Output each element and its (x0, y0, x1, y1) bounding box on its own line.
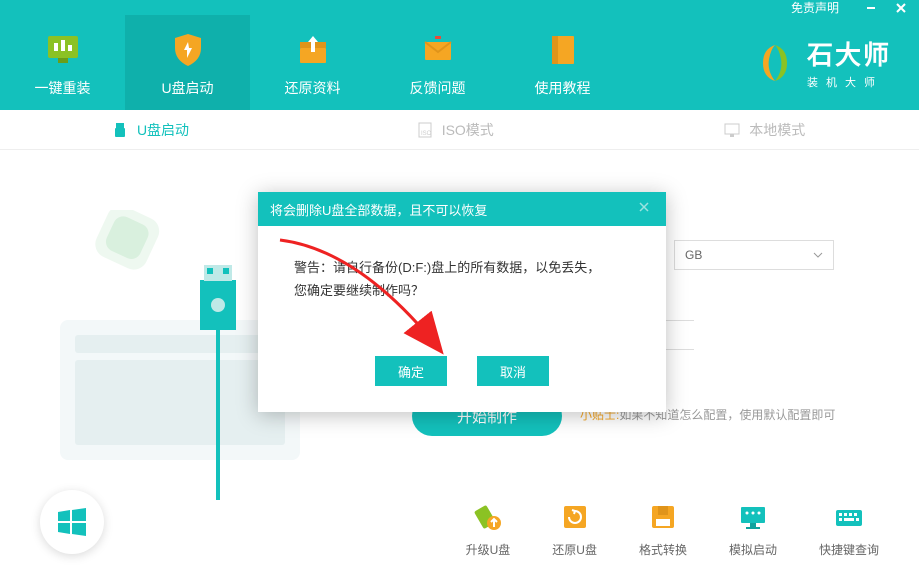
tool-label: 升级U盘 (466, 541, 511, 558)
box-up-icon (292, 28, 334, 70)
shield-icon (167, 28, 209, 70)
nav-one-click-reinstall[interactable]: 一键重装 (0, 15, 125, 110)
modal-body: 警告：请自行备份(D:F:)盘上的所有数据，以免丢失， 您确定要继续制作吗？ (258, 226, 666, 346)
minimize-button[interactable] (865, 2, 877, 14)
modal-cancel-button[interactable]: 取消 (477, 356, 549, 386)
nav-tutorial[interactable]: 使用教程 (500, 15, 625, 110)
usb-up-icon (472, 501, 504, 533)
monitor-small-icon (737, 501, 769, 533)
modal-footer: 确定 取消 (258, 346, 666, 412)
tool-label: 快捷键查询 (819, 541, 879, 558)
brand-subtitle: 装机大师 (807, 74, 891, 90)
nav-restore-data[interactable]: 还原资料 (250, 15, 375, 110)
disclaimer-link[interactable]: 免责声明 (791, 0, 839, 16)
modal-confirm-button[interactable]: 确定 (375, 356, 447, 386)
tab-label: U盘启动 (137, 120, 189, 140)
tab-label: 本地模式 (749, 120, 805, 140)
restore-icon (559, 501, 591, 533)
tab-label: ISO模式 (442, 120, 494, 140)
tool-label: 还原U盘 (552, 541, 597, 558)
main-navbar: 一键重装 U盘启动 还原资料 反馈问题 使用教程 石大师 装机大师 (0, 15, 919, 110)
brand-title: 石大师 (807, 35, 891, 72)
modal-warning-line1: 警告：请自行备份(D:F:)盘上的所有数据，以免丢失， (294, 256, 630, 279)
keyboard-icon (833, 501, 865, 533)
nav-label: 反馈问题 (410, 78, 466, 98)
nav-usb-boot[interactable]: U盘启动 (125, 15, 250, 110)
envelope-icon (417, 28, 459, 70)
iso-icon: ISO (416, 121, 434, 139)
tool-restore-usb[interactable]: 还原U盘 (552, 501, 597, 558)
window-titlebar: 免责声明 (0, 0, 919, 15)
brand-area: 石大师 装机大师 (753, 15, 919, 110)
tab-usb-boot[interactable]: U盘启动 (0, 110, 300, 149)
content-area: GB 开始制作 小贴士:如果不知道怎么配置，使用默认配置即可 升级U盘 还原U盘… (0, 150, 919, 576)
nav-label: U盘启动 (161, 78, 213, 98)
chevron-down-icon (813, 252, 823, 258)
nav-label: 使用教程 (535, 78, 591, 98)
capacity-dropdown[interactable]: GB (674, 240, 834, 270)
tool-hotkey-query[interactable]: 快捷键查询 (819, 501, 879, 558)
svg-text:ISO: ISO (421, 131, 432, 137)
tool-simulate-boot[interactable]: 模拟启动 (729, 501, 777, 558)
modal-title: 将会删除U盘全部数据，且不可以恢复 (270, 200, 487, 219)
desktop-icon (723, 121, 741, 139)
monitor-icon (42, 28, 84, 70)
modal-warning-line2: 您确定要继续制作吗？ (294, 279, 630, 302)
nav-feedback[interactable]: 反馈问题 (375, 15, 500, 110)
usb-icon (111, 121, 129, 139)
tool-label: 模拟启动 (729, 541, 777, 558)
nav-label: 一键重装 (35, 78, 91, 98)
footer-tools: 升级U盘 还原U盘 格式转换 模拟启动 快捷键查询 (0, 501, 919, 558)
tab-iso-mode[interactable]: ISO ISO模式 (300, 110, 610, 149)
close-button[interactable] (895, 2, 907, 14)
tool-label: 格式转换 (639, 541, 687, 558)
modal-close-button[interactable] (638, 201, 654, 217)
book-icon (542, 28, 584, 70)
tool-upgrade-usb[interactable]: 升级U盘 (466, 501, 511, 558)
tool-format-convert[interactable]: 格式转换 (639, 501, 687, 558)
tab-local-mode[interactable]: 本地模式 (610, 110, 919, 149)
confirm-modal: 将会删除U盘全部数据，且不可以恢复 警告：请自行备份(D:F:)盘上的所有数据，… (258, 192, 666, 412)
dropdown-value-suffix: GB (685, 248, 702, 262)
mode-tabbar: U盘启动 ISO ISO模式 本地模式 (0, 110, 919, 150)
partial-field (664, 320, 694, 350)
brand-logo-icon (753, 41, 797, 85)
nav-label: 还原资料 (285, 78, 341, 98)
modal-header: 将会删除U盘全部数据，且不可以恢复 (258, 192, 666, 226)
disk-icon (647, 501, 679, 533)
